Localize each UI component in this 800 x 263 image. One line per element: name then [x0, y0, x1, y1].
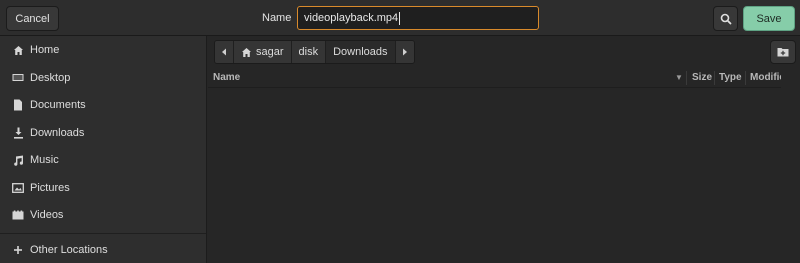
new-folder-icon [777, 48, 789, 57]
path-forward-button[interactable] [395, 41, 414, 63]
home-icon [242, 47, 251, 57]
path-segment-label: Downloads [333, 46, 388, 58]
videos-icon [12, 209, 24, 221]
save-button[interactable]: Save [743, 6, 795, 31]
sidebar-item-videos[interactable]: Videos [0, 202, 206, 228]
desktop-icon [12, 72, 24, 84]
path-segment-home[interactable]: sagar [234, 41, 292, 63]
path-segment-disk[interactable]: disk [291, 41, 327, 63]
sidebar-item-label: Home [30, 44, 60, 56]
column-divider[interactable] [745, 71, 746, 85]
plus-icon [12, 244, 24, 256]
text-caret [399, 11, 401, 25]
sidebar-item-desktop[interactable]: Desktop [0, 65, 206, 91]
header-bar: Cancel Name videoplayback.mp4 Save [0, 0, 800, 36]
download-icon [12, 127, 24, 139]
sidebar-item-label: Music [30, 154, 59, 166]
sidebar-item-downloads[interactable]: Downloads [0, 120, 206, 146]
search-button[interactable] [713, 6, 738, 31]
file-list[interactable] [208, 88, 800, 263]
document-icon [12, 99, 24, 111]
list-right-edge [781, 68, 800, 263]
column-header: Name ▼ Size Type Modified [208, 68, 800, 88]
path-bar: sagar disk Downloads [208, 36, 800, 68]
breadcrumb: sagar disk Downloads [214, 40, 415, 64]
path-segment-label: disk [298, 46, 319, 58]
chevron-left-icon [222, 48, 226, 56]
sidebar-item-label: Videos [30, 209, 64, 221]
sidebar-item-label: Other Locations [30, 244, 108, 256]
sidebar-divider [0, 233, 206, 234]
column-divider[interactable] [714, 71, 715, 85]
places-sidebar: Home Desktop Documents Downloads Music P… [0, 36, 207, 263]
sidebar-item-pictures[interactable]: Pictures [0, 175, 206, 201]
column-type[interactable]: Type [719, 68, 742, 87]
cancel-button[interactable]: Cancel [6, 6, 59, 31]
sidebar-item-label: Desktop [30, 72, 71, 84]
search-icon [720, 13, 731, 24]
path-segment-label: sagar [256, 46, 284, 58]
column-name[interactable]: Name [213, 68, 240, 87]
home-icon [12, 44, 24, 56]
sidebar-item-label: Downloads [30, 127, 85, 139]
filename-input[interactable]: videoplayback.mp4 [297, 6, 539, 30]
new-folder-button[interactable] [770, 40, 796, 64]
filename-value: videoplayback.mp4 [304, 12, 399, 24]
sidebar-item-other-locations[interactable]: Other Locations [0, 237, 206, 263]
pictures-icon [12, 182, 24, 194]
sidebar-item-home[interactable]: Home [0, 37, 206, 63]
path-segment-downloads[interactable]: Downloads [326, 41, 396, 63]
sort-descending-icon: ▼ [675, 73, 683, 82]
column-divider[interactable] [686, 71, 687, 85]
chevron-right-icon [402, 48, 407, 56]
sidebar-item-documents[interactable]: Documents [0, 92, 206, 118]
sidebar-item-label: Documents [30, 99, 86, 111]
sidebar-item-music[interactable]: Music [0, 147, 206, 173]
sidebar-item-label: Pictures [30, 182, 70, 194]
path-back-button[interactable] [215, 41, 234, 63]
music-icon [12, 154, 24, 166]
name-label: Name [262, 12, 292, 24]
column-size[interactable]: Size [692, 68, 712, 87]
